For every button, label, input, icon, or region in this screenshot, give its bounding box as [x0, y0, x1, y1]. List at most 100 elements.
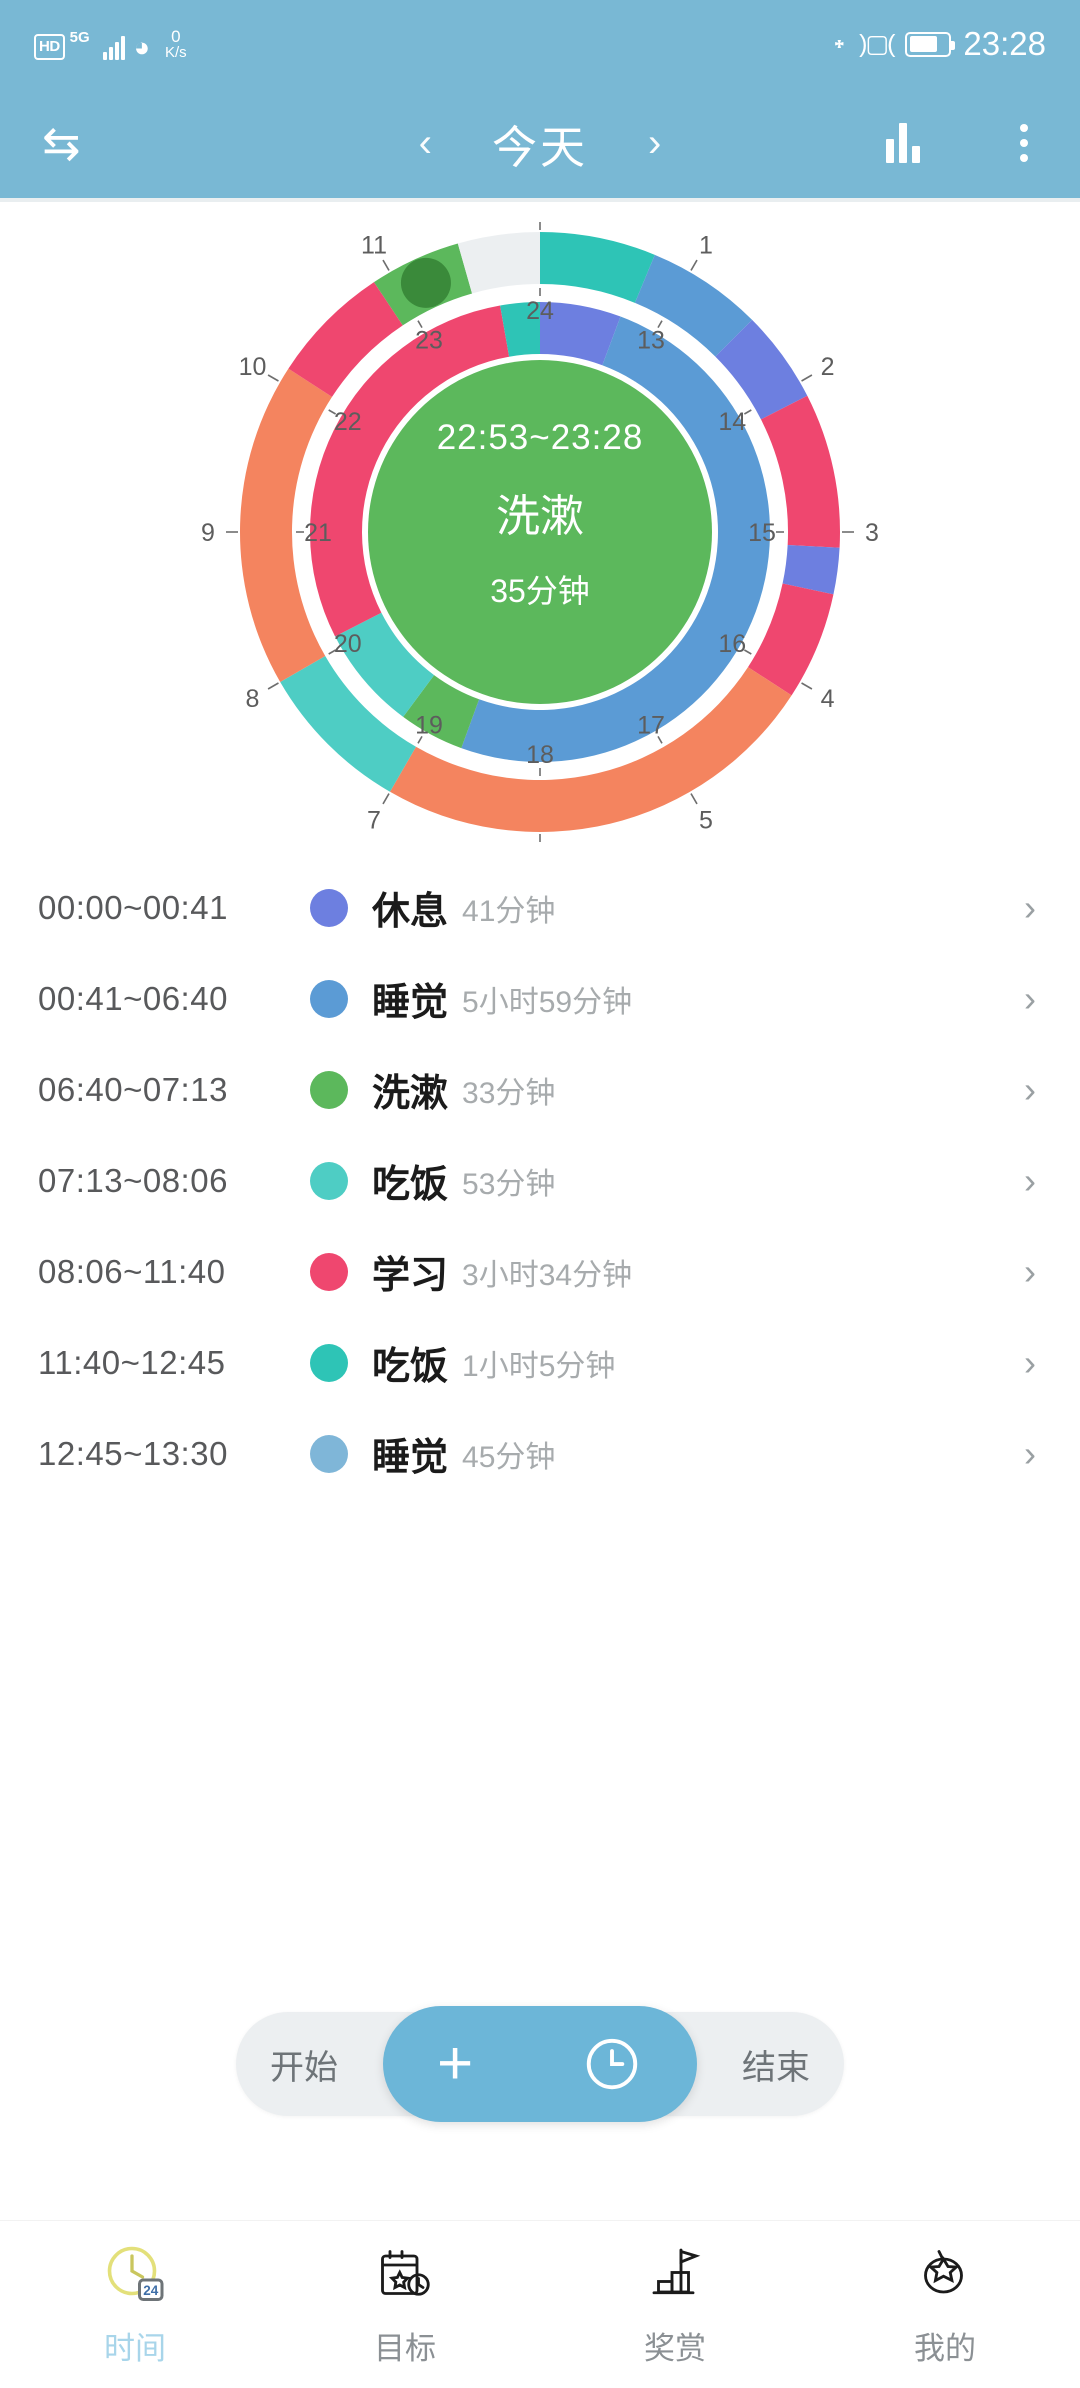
battery-icon [905, 31, 956, 57]
activity-time: 08:06~11:40 [38, 1252, 226, 1290]
prev-day-button[interactable]: ‹ [419, 123, 432, 163]
inner-hour-label: 16 [718, 630, 746, 658]
ring-segment[interactable] [540, 232, 655, 303]
inner-hour-label: 19 [415, 711, 443, 739]
bluetooth-icon: ᛭ [831, 28, 848, 59]
status-bar-right: ᛭ )▢( 23:28 [832, 25, 1046, 63]
svg-text:24: 24 [143, 2283, 159, 2298]
activity-list: 00:00~00:41 休息 41分钟 › 00:41~06:40 睡觉 5小时59分钟 › 0… [0, 862, 1080, 1499]
inner-hour-label: 24 [526, 297, 554, 325]
nav-label-goal: 目标 [374, 2331, 436, 2366]
plus-icon[interactable]: + [437, 2033, 473, 2095]
next-day-button[interactable]: › [648, 123, 661, 163]
inner-hour-label: 22 [334, 408, 362, 436]
inner-hour-label: 17 [637, 711, 665, 739]
activity-label: 休息 [372, 891, 449, 933]
activity-row[interactable]: 06:40~07:13 洗漱 33分钟 › [0, 1044, 1080, 1135]
time-ring-chart[interactable]: 241314151617181920212223121234567891011 … [0, 202, 1080, 862]
activity-duration: 33分钟 [462, 1076, 556, 1110]
activity-label: 学习 [372, 1255, 449, 1297]
network-speed-unit: K/s [165, 44, 187, 61]
activity-label: 洗漱 [372, 1073, 449, 1115]
activity-row[interactable]: 08:06~11:40 学习 3小时34分钟 › [0, 1226, 1080, 1317]
outer-hour-tick [801, 682, 813, 690]
activity-duration: 45分钟 [462, 1440, 556, 1474]
outer-hour-tick [267, 682, 279, 690]
chevron-right-icon[interactable]: › [1024, 1069, 1036, 1111]
vibrate-icon: )▢( [859, 30, 895, 58]
inner-hour-label: 15 [748, 519, 776, 547]
nav-label-mine: 我的 [914, 2331, 976, 2366]
activity-row[interactable]: 00:41~06:40 睡觉 5小时59分钟 › [0, 953, 1080, 1044]
activity-color-dot [310, 1343, 348, 1382]
chevron-right-icon[interactable]: › [1024, 1160, 1036, 1202]
outer-hour-tick [382, 793, 390, 805]
ring-segment[interactable] [457, 232, 540, 294]
chevron-right-icon[interactable]: › [1024, 1342, 1036, 1384]
activity-color-dot [310, 979, 348, 1018]
nav-item-time[interactable]: 24 时间 [0, 2235, 270, 2368]
bottom-navigation: 24 时间 目标 奖赏 我的 [0, 2220, 1080, 2388]
activity-label: 睡觉 [372, 982, 449, 1024]
network-speed-value: 0 [171, 27, 181, 46]
network-speed: 0 K/s [165, 28, 187, 60]
outer-hour-label: 11 [361, 231, 387, 259]
activity-time: 12:45~13:30 [38, 1434, 228, 1472]
nav-label-time: 时间 [104, 2331, 166, 2366]
chevron-right-icon[interactable]: › [1024, 1251, 1036, 1293]
activity-duration: 53分钟 [462, 1167, 556, 1201]
signal-bars-icon [102, 34, 125, 60]
activity-duration: 41分钟 [462, 894, 556, 928]
current-time-marker[interactable] [400, 257, 451, 308]
clock-icon[interactable] [581, 2033, 643, 2095]
activity-color-dot [310, 1252, 348, 1291]
outer-hour-label: 5 [699, 807, 713, 835]
inner-hour-label: 21 [304, 519, 332, 547]
outer-hour-label: 4 [821, 685, 835, 713]
outer-hour-tick [801, 374, 813, 382]
activity-label: 睡觉 [372, 1437, 449, 1479]
activity-time: 06:40~07:13 [38, 1070, 228, 1108]
inner-hour-label: 20 [334, 630, 362, 658]
inner-hour-label: 13 [637, 327, 665, 355]
inner-hour-label: 18 [526, 741, 554, 769]
outer-hour-tick [690, 793, 698, 805]
activity-time: 11:40~12:45 [38, 1343, 226, 1381]
end-button[interactable]: 结束 [742, 2040, 810, 2089]
outer-hour-label: 8 [246, 685, 260, 713]
activity-time: 00:00~00:41 [38, 888, 228, 926]
wifi-icon: ◕ [133, 32, 150, 62]
inner-hour-label: 14 [718, 408, 746, 436]
activity-row[interactable]: 07:13~08:06 吃饭 53分钟 › [0, 1135, 1080, 1226]
outer-hour-label: 9 [201, 519, 215, 547]
network-type-label: 5G [69, 29, 90, 46]
page-title[interactable]: 今天 [492, 111, 588, 176]
calendar-goal-icon [369, 2235, 441, 2313]
activity-color-dot [310, 1070, 348, 1109]
activity-duration: 3小时34分钟 [462, 1258, 633, 1292]
chevron-right-icon[interactable]: › [1024, 1433, 1036, 1475]
center-card-circle[interactable] [368, 360, 712, 704]
activity-row[interactable]: 00:00~00:41 休息 41分钟 › [0, 862, 1080, 953]
nav-item-reward[interactable]: 奖赏 [540, 2235, 810, 2368]
time-ring-svg[interactable]: 241314151617181920212223121234567891011 [190, 222, 890, 842]
outer-hour-label: 3 [865, 519, 879, 547]
bar-chart-icon[interactable] [886, 123, 920, 163]
more-vertical-icon[interactable] [1020, 124, 1028, 162]
activity-duration: 5小时59分钟 [462, 985, 633, 1019]
chevron-right-icon[interactable]: › [1024, 978, 1036, 1020]
status-bar-clock: 23:28 [963, 25, 1046, 62]
app-bar: ⇆ ‹ 今天 › [0, 88, 1080, 198]
nav-item-mine[interactable]: 我的 [810, 2235, 1080, 2368]
chevron-right-icon[interactable]: › [1024, 887, 1036, 929]
nav-item-goal[interactable]: 目标 [270, 2235, 540, 2368]
start-button[interactable]: 开始 [270, 2040, 338, 2089]
activity-row[interactable]: 11:40~12:45 吃饭 1小时5分钟 › [0, 1317, 1080, 1408]
activity-color-dot [310, 1434, 348, 1473]
status-bar-left: HD 5G ◕ 0 K/s [34, 28, 187, 62]
fab-center-group: + [383, 2006, 697, 2122]
quick-action-bar: 开始 结束 + [236, 2006, 844, 2122]
activity-time: 00:41~06:40 [38, 979, 228, 1017]
status-bar: HD 5G ◕ 0 K/s ᛭ )▢( 23:28 [0, 0, 1080, 88]
activity-row[interactable]: 12:45~13:30 睡觉 45分钟 › [0, 1408, 1080, 1499]
